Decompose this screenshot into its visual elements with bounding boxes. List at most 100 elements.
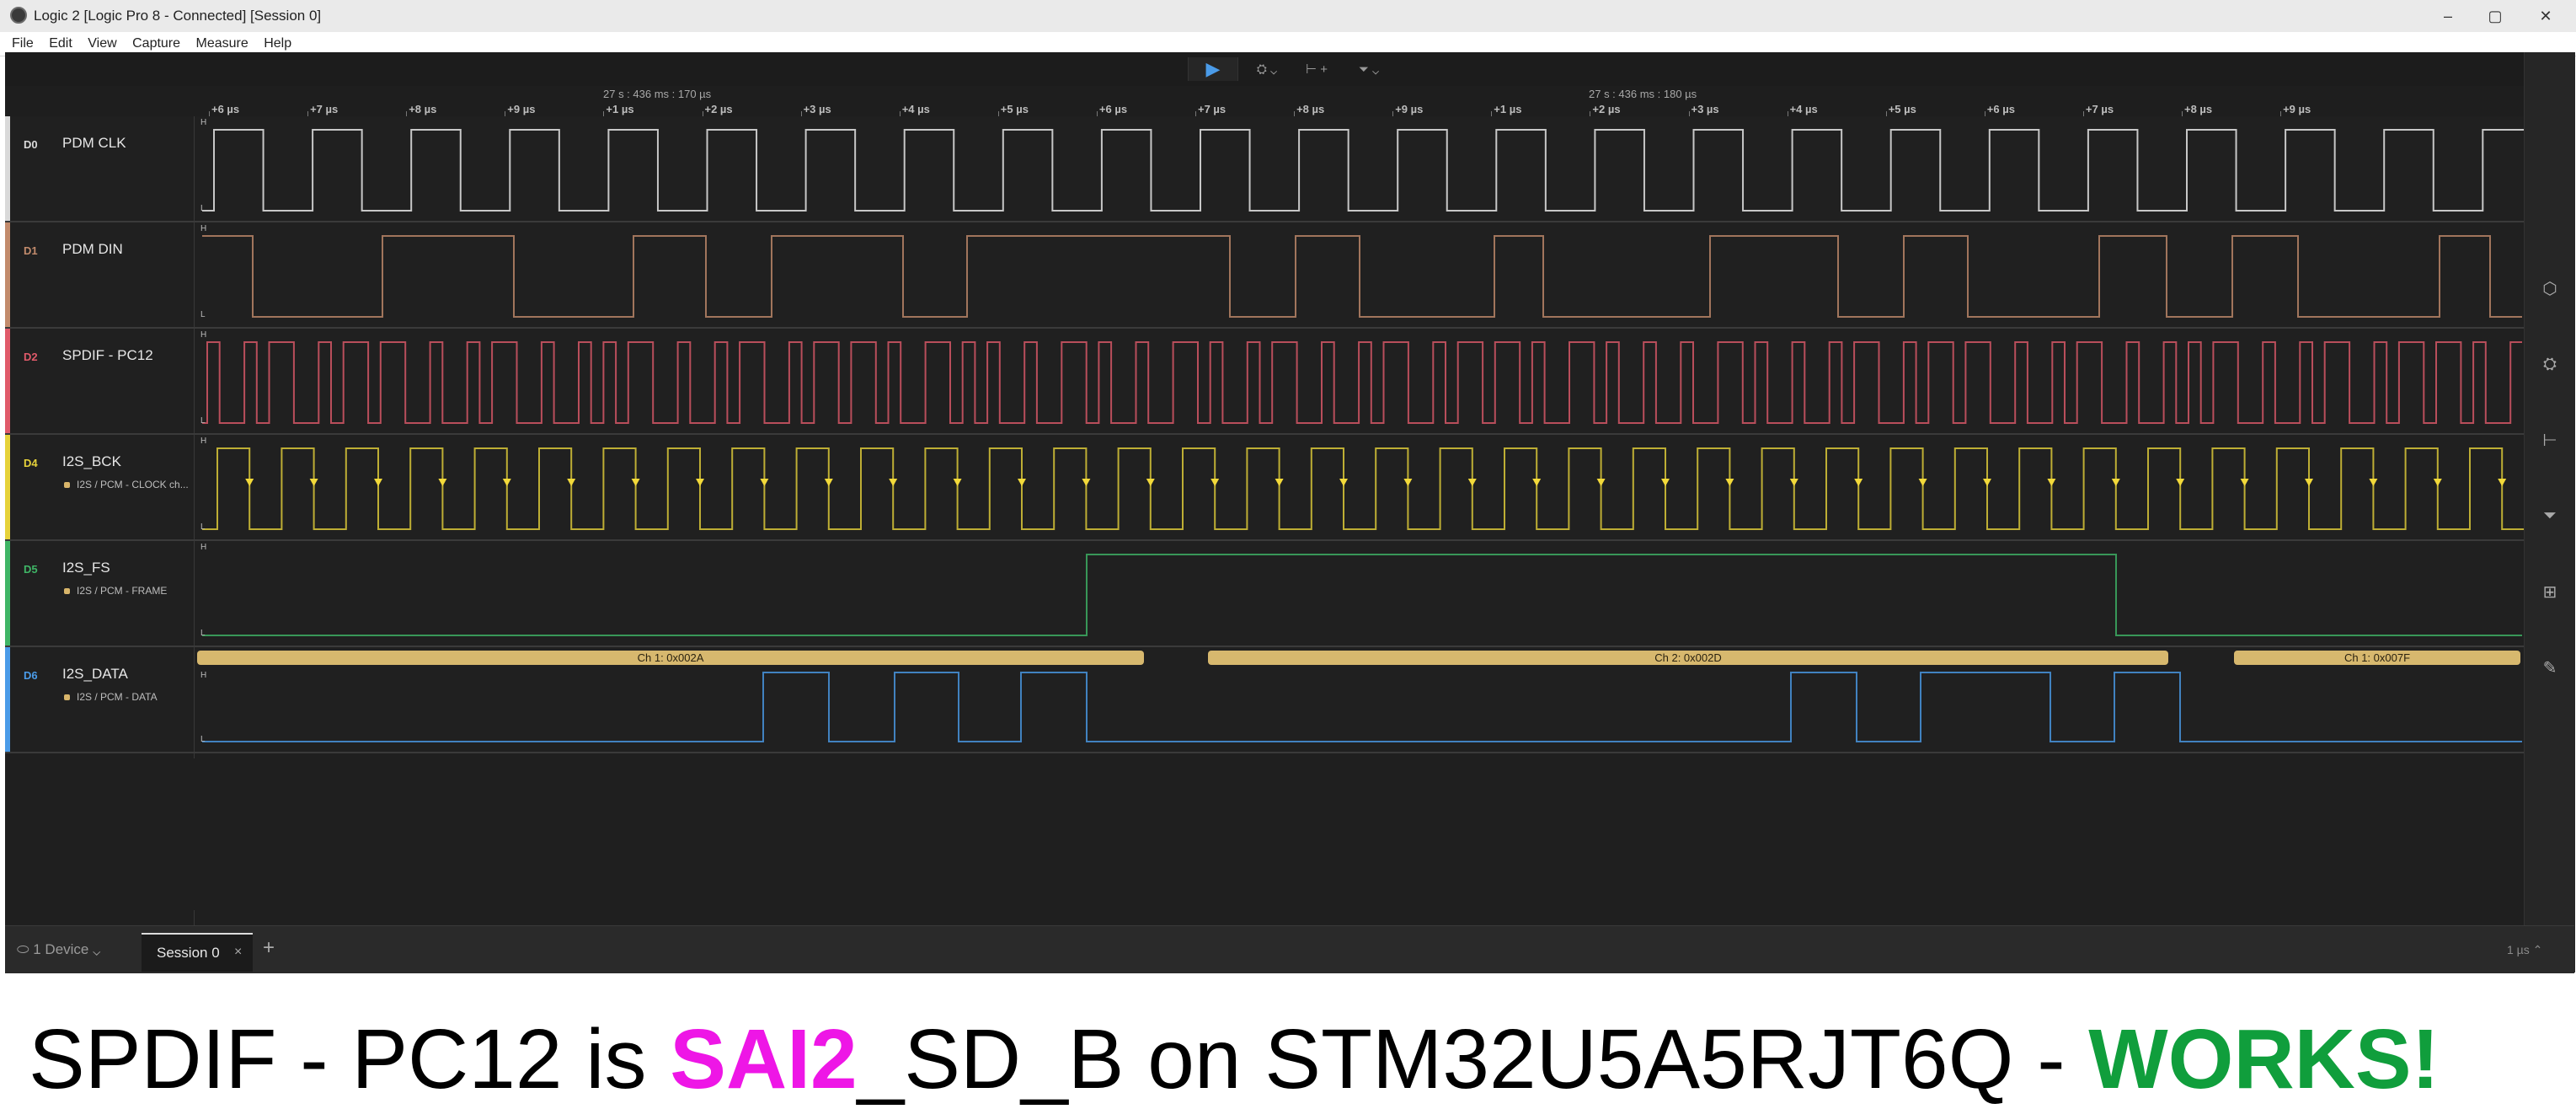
- ruler-tick-label: +3 µs: [1691, 103, 1719, 115]
- menu-measure[interactable]: Measure: [195, 36, 248, 51]
- low-level-label: L: [200, 310, 206, 319]
- clock-edge-arrow-icon: [2433, 479, 2442, 486]
- close-window-button[interactable]: ✕: [2519, 0, 2573, 32]
- caption-works: WORKS!: [2088, 1012, 2440, 1106]
- empty-workspace[interactable]: [5, 758, 2524, 910]
- waveform-d0[interactable]: [5, 116, 2524, 221]
- zoom-level[interactable]: 1 µs ⌃: [2507, 943, 2542, 957]
- channel-list: D0 PDM CLK H L D1 PDM DIN H L D2 SPDIF - PC12 H L D4…: [5, 116, 2524, 824]
- ruler-tick-label: +5 µs: [1888, 103, 1916, 115]
- clock-edge-arrow-icon: [1725, 479, 1734, 486]
- clock-edge-arrow-icon: [1789, 479, 1798, 486]
- low-level-label: L: [200, 416, 206, 426]
- channel-row-d4[interactable]: D4 I2S_BCK I2S / PCM - CLOCK ch... H L: [5, 435, 2524, 541]
- waveform-d4[interactable]: [5, 435, 2524, 539]
- ruler-tick-label: +7 µs: [310, 103, 339, 115]
- extensions-icon[interactable]: ⊞: [2538, 580, 2562, 603]
- waveform-trace: [202, 554, 2522, 636]
- session-tab-bar: ⬭ 1 Device ⌄ Session 0 × + 1 µs ⌃: [5, 925, 2574, 973]
- channel-row-d0[interactable]: D0 PDM CLK H L: [5, 116, 2524, 222]
- device-label: 1 Device: [33, 941, 89, 957]
- menu-file[interactable]: File: [12, 36, 34, 51]
- menu-capture[interactable]: Capture: [132, 36, 180, 51]
- time-ruler[interactable]: 27 s : 436 ms : 170 µs 27 s : 436 ms : 1…: [5, 86, 2524, 116]
- clock-edge-arrow-icon: [1018, 479, 1026, 486]
- measurements-icon[interactable]: ⊢: [2538, 428, 2562, 452]
- clock-edge-arrow-icon: [760, 479, 769, 486]
- clock-edge-arrow-icon: [1983, 479, 1991, 486]
- high-level-label: H: [200, 118, 207, 127]
- decoded-frame-label: Ch 1: 0x002A: [638, 651, 704, 664]
- clock-edge-arrow-icon: [1146, 479, 1155, 486]
- close-tab-icon[interactable]: ×: [234, 945, 242, 960]
- high-level-label: H: [200, 224, 207, 233]
- menu-view[interactable]: View: [88, 36, 116, 51]
- ruler-tick-label: +1 µs: [1494, 103, 1522, 115]
- high-level-label: H: [200, 437, 207, 446]
- ruler-tick-label: +4 µs: [1789, 103, 1818, 115]
- clock-edge-arrow-icon: [2498, 479, 2507, 486]
- app-logo-icon: [10, 7, 27, 24]
- maximize-button[interactable]: ▢: [2472, 0, 2519, 32]
- clock-edge-arrow-icon: [1854, 479, 1863, 486]
- ruler-tick-label: +9 µs: [2283, 103, 2311, 115]
- waveform-trace: [202, 672, 2522, 742]
- device-icon: ⬭: [17, 941, 34, 957]
- waveform-trace: [202, 447, 2524, 530]
- menu-edit[interactable]: Edit: [49, 36, 72, 51]
- waveform-d2[interactable]: [5, 329, 2524, 433]
- device-settings-icon[interactable]: ⬡: [2538, 276, 2562, 300]
- session-tab-label: Session 0: [157, 945, 220, 961]
- minimize-button[interactable]: –: [2424, 0, 2472, 32]
- tab-session-0[interactable]: Session 0 ×: [142, 933, 253, 972]
- low-level-label: L: [200, 629, 206, 638]
- channel-row-d2[interactable]: D2 SPDIF - PC12 H L: [5, 329, 2524, 435]
- channel-row-d6[interactable]: D6 I2S_DATA I2S / PCM - DATA Ch 1: 0x002A Ch…: [5, 647, 2524, 753]
- ruler-tick-label: +8 µs: [2184, 103, 2213, 115]
- clock-edge-arrow-icon: [567, 479, 576, 486]
- clock-edge-arrow-icon: [309, 479, 318, 486]
- menu-help[interactable]: Help: [264, 36, 291, 51]
- analyzers-icon[interactable]: ⛭: [2538, 352, 2562, 376]
- ruler-tick-label: +3 µs: [803, 103, 831, 115]
- ruler-tick-label: +2 µs: [704, 103, 733, 115]
- window-titlebar: Logic 2 [Logic Pro 8 - Connected] [Sessi…: [0, 0, 2576, 33]
- timestamp-right: 27 s : 436 ms : 180 µs: [1589, 88, 1697, 100]
- device-selector[interactable]: ⬭ 1 Device ⌄: [17, 941, 100, 958]
- notes-icon[interactable]: ✎: [2538, 656, 2562, 679]
- high-level-label: H: [200, 543, 207, 552]
- ruler-tick-label: +9 µs: [507, 103, 536, 115]
- clock-edge-arrow-icon: [1403, 479, 1413, 486]
- channel-row-d5[interactable]: D5 I2S_FS I2S / PCM - FRAME H L: [5, 541, 2524, 647]
- waveform-d5[interactable]: [5, 541, 2524, 646]
- waveform-trace: [202, 129, 2524, 212]
- add-measurement-button[interactable]: ⊢ +: [1296, 57, 1338, 81]
- ruler-tick-label: +6 µs: [211, 103, 240, 115]
- clock-edge-arrow-icon: [1918, 479, 1927, 486]
- waveform-d1[interactable]: [5, 222, 2524, 327]
- low-level-label: L: [200, 735, 206, 744]
- timestamp-left: 27 s : 436 ms : 170 µs: [603, 88, 712, 100]
- trigger-settings-button[interactable]: ⛭ ⌄: [1247, 57, 1287, 81]
- right-sidebar: ⬡ ⛭ ⊢ ⏷ ⊞ ✎: [2524, 52, 2575, 972]
- channel-row-d1[interactable]: D1 PDM DIN H L: [5, 222, 2524, 329]
- high-level-label: H: [200, 330, 207, 340]
- clock-edge-arrow-icon: [953, 479, 962, 486]
- add-session-button[interactable]: +: [263, 936, 275, 960]
- ruler-tick-label: +1 µs: [606, 103, 634, 115]
- add-marker-button[interactable]: ⏷ ⌄: [1348, 57, 1390, 81]
- clock-edge-arrow-icon: [889, 479, 898, 486]
- decoded-frame-label: Ch 2: 0x002D: [1654, 651, 1722, 664]
- waveform-trace: [202, 235, 2522, 318]
- play-capture-button[interactable]: ▶: [1188, 57, 1238, 81]
- clock-edge-arrow-icon: [2111, 479, 2120, 486]
- ruler-tick-label: +6 µs: [1098, 103, 1128, 115]
- waveform-trace: [202, 341, 2522, 424]
- markers-icon[interactable]: ⏷: [2538, 504, 2562, 528]
- waveform-d6[interactable]: Ch 1: 0x002A Ch 2: 0x002D Ch 1: 0x007F: [5, 647, 2524, 752]
- low-level-label: L: [200, 522, 206, 532]
- chevron-down-icon: ⌄: [88, 941, 101, 957]
- clock-edge-arrow-icon: [696, 479, 704, 486]
- high-level-label: H: [200, 671, 207, 680]
- window-title: Logic 2 [Logic Pro 8 - Connected] [Sessi…: [34, 8, 322, 24]
